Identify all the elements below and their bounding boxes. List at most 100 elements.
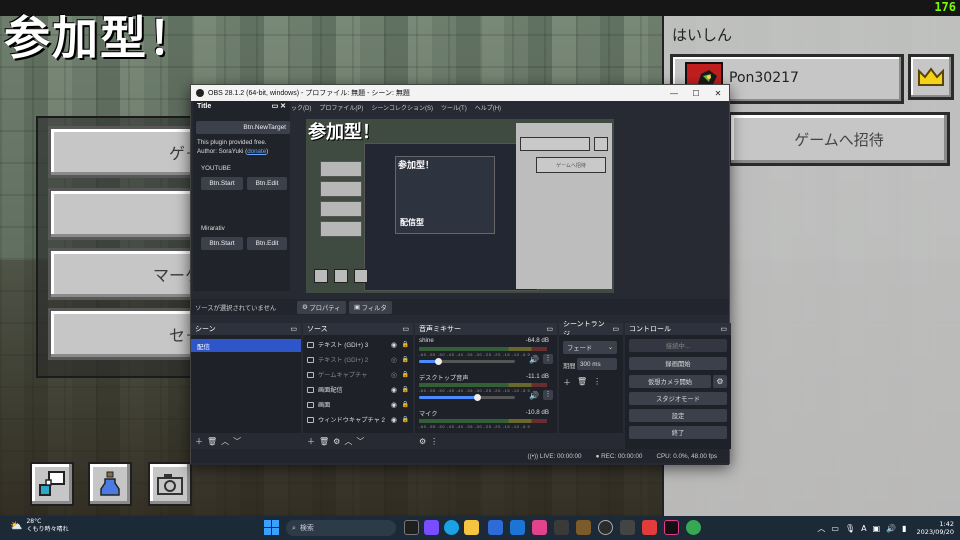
filters-button[interactable]: ▣ フィルタ xyxy=(349,301,392,314)
lock-icon[interactable]: 🔒 xyxy=(402,416,409,423)
obs-preview[interactable]: 参加型！ 参加型！ 配信型 ゲームへ招待 xyxy=(306,119,614,293)
edge-icon[interactable] xyxy=(444,520,459,535)
kebab-menu-icon[interactable]: ⋮ xyxy=(430,437,438,446)
youtube-edit-button[interactable]: Btn.Edit xyxy=(247,177,287,190)
file-explorer-icon[interactable] xyxy=(464,520,479,535)
gear-icon[interactable]: ⚙ xyxy=(419,437,426,446)
source-item[interactable]: テキスト (GDI+) 3 ◉ 🔒 xyxy=(303,337,413,352)
lock-icon[interactable]: 🔒 xyxy=(402,401,409,408)
speaker-icon[interactable]: 🔊 xyxy=(529,355,539,364)
menu-item[interactable]: ック(D) xyxy=(291,103,311,112)
eye-icon[interactable]: ◉ xyxy=(391,401,397,409)
speaker-icon[interactable]: 🔊 xyxy=(886,524,896,533)
trash-icon[interactable]: 🗑 xyxy=(577,377,587,388)
task-view-icon[interactable] xyxy=(404,520,419,535)
eye-icon[interactable]: ◉ xyxy=(391,416,397,424)
lock-icon[interactable]: 🔒 xyxy=(402,371,409,378)
camera-button[interactable] xyxy=(148,462,192,506)
chevron-down-icon[interactable]: ﹀ xyxy=(233,436,241,447)
lock-icon[interactable]: 🔒 xyxy=(402,386,409,393)
kebab-menu-icon[interactable]: ⋮ xyxy=(543,354,553,364)
add-icon[interactable]: ＋ xyxy=(563,377,571,388)
gear-icon[interactable]: ⚙ xyxy=(713,375,727,388)
windows-start-icon[interactable] xyxy=(264,520,279,535)
trash-icon[interactable]: 🗑 xyxy=(319,437,329,446)
lock-icon[interactable]: 🔒 xyxy=(402,341,409,348)
chevron-down-icon[interactable]: ﹀ xyxy=(356,436,364,447)
taskbar-search[interactable]: ⌕ 検索 xyxy=(286,520,396,536)
menu-item-tools[interactable]: ツール(T) xyxy=(441,103,467,112)
potion-button[interactable] xyxy=(88,462,132,506)
speaker-icon[interactable]: 🔊 xyxy=(529,391,539,400)
donate-link[interactable]: donate xyxy=(247,148,266,155)
add-icon[interactable]: ＋ xyxy=(307,436,315,447)
properties-button[interactable]: ⚙ プロパティ xyxy=(297,301,346,314)
dock-float-icon[interactable]: ▭ xyxy=(290,325,297,333)
minimize-icon[interactable]: — xyxy=(663,85,685,101)
chrome-icon[interactable] xyxy=(686,520,701,535)
source-item[interactable]: ゲームキャプチャ ◎ 🔒 xyxy=(303,367,413,382)
obs-taskbar-icon[interactable] xyxy=(554,520,569,535)
settings-button[interactable]: 設定 xyxy=(629,409,727,422)
game-menu-button-4[interactable]: セ－ xyxy=(48,308,208,360)
source-item[interactable]: 画面 ◉ 🔒 xyxy=(303,397,413,412)
eye-off-icon[interactable]: ◎ xyxy=(391,371,397,379)
connecting-button[interactable]: 接続中... xyxy=(629,339,727,352)
source-item[interactable]: ウィンドウキャプチャ 2 ◉ 🔒 xyxy=(303,412,413,427)
scene-item[interactable]: 配信 xyxy=(191,339,301,352)
eye-icon[interactable]: ◉ xyxy=(391,386,397,394)
tiktok-icon[interactable] xyxy=(664,520,679,535)
photos-icon[interactable] xyxy=(532,520,547,535)
trash-icon[interactable]: 🗑 xyxy=(207,437,217,446)
invite-to-game-button[interactable]: ゲームへ招待 xyxy=(728,112,950,166)
vivaldi-icon[interactable] xyxy=(642,520,657,535)
capcut-icon[interactable] xyxy=(620,520,635,535)
dock-float-icon[interactable]: ▭ xyxy=(402,325,409,333)
mirrativ-start-button[interactable]: Btn.Start xyxy=(201,237,243,250)
maximize-icon[interactable]: ☐ xyxy=(685,85,707,101)
camera-tray-icon[interactable]: ▭ xyxy=(831,524,839,533)
lock-icon[interactable]: 🔒 xyxy=(402,356,409,363)
start-recording-button[interactable]: 録画開始 xyxy=(629,357,727,370)
eye-off-icon[interactable]: ◎ xyxy=(391,356,397,364)
mail-icon[interactable] xyxy=(510,520,525,535)
dock-float-icon[interactable]: ▭ ✕ xyxy=(272,102,286,110)
github-icon[interactable] xyxy=(598,520,613,535)
dock-float-icon[interactable]: ▭ xyxy=(546,325,553,333)
input-lang-indicator[interactable]: A xyxy=(861,524,866,533)
add-icon[interactable]: ＋ xyxy=(195,436,203,447)
youtube-start-button[interactable]: Btn.Start xyxy=(201,177,243,190)
teams-icon[interactable] xyxy=(424,520,439,535)
game-menu-button-1[interactable]: ゲ－ xyxy=(48,126,208,178)
transition-select[interactable]: フェード ⌄ xyxy=(563,341,617,354)
chevron-up-icon[interactable]: ︿ xyxy=(344,436,352,447)
battery-icon[interactable]: ▮ xyxy=(902,524,906,533)
weather-widget[interactable]: ⛅ 28°C くもり時々晴れ xyxy=(10,518,68,534)
kebab-menu-icon[interactable]: ⋮ xyxy=(543,390,553,400)
mirrativ-edit-button[interactable]: Btn.Edit xyxy=(247,237,287,250)
exit-button[interactable]: 終了 xyxy=(629,426,727,439)
kebab-menu-icon[interactable]: ⋮ xyxy=(593,377,601,388)
dock-float-icon[interactable]: ▭ xyxy=(612,325,619,333)
new-target-button[interactable]: Btn.NewTarget xyxy=(196,121,290,134)
source-item[interactable]: 画面配信 ◉ 🔒 xyxy=(303,382,413,397)
source-item[interactable]: テキスト (GDI+) 2 ◎ 🔒 xyxy=(303,352,413,367)
menu-item-profile[interactable]: プロファイル(P) xyxy=(319,103,363,112)
microphone-icon[interactable]: 🎙 xyxy=(845,524,855,533)
close-icon[interactable]: ✕ xyxy=(707,85,729,101)
duration-input[interactable]: 300 ms xyxy=(577,358,617,370)
game-menu-button-3[interactable]: マーケ xyxy=(48,248,208,300)
volume-slider[interactable] xyxy=(419,394,515,401)
crown-button[interactable] xyxy=(908,54,954,100)
gear-icon[interactable]: ⚙ xyxy=(333,437,340,446)
volume-slider[interactable] xyxy=(419,358,515,365)
monitor-icon[interactable]: ▣ xyxy=(873,524,881,533)
eye-icon[interactable]: ◉ xyxy=(391,341,397,349)
chat-button[interactable] xyxy=(30,462,74,506)
clock[interactable]: 1:42 2023/09/20 xyxy=(917,520,954,536)
menu-item-help[interactable]: ヘルプ(H) xyxy=(475,103,501,112)
game-menu-button-2[interactable] xyxy=(48,188,208,240)
dock-float-icon[interactable]: ▭ xyxy=(720,325,727,333)
store-icon[interactable] xyxy=(488,520,503,535)
chevron-up-icon[interactable]: ︿ xyxy=(221,436,229,447)
